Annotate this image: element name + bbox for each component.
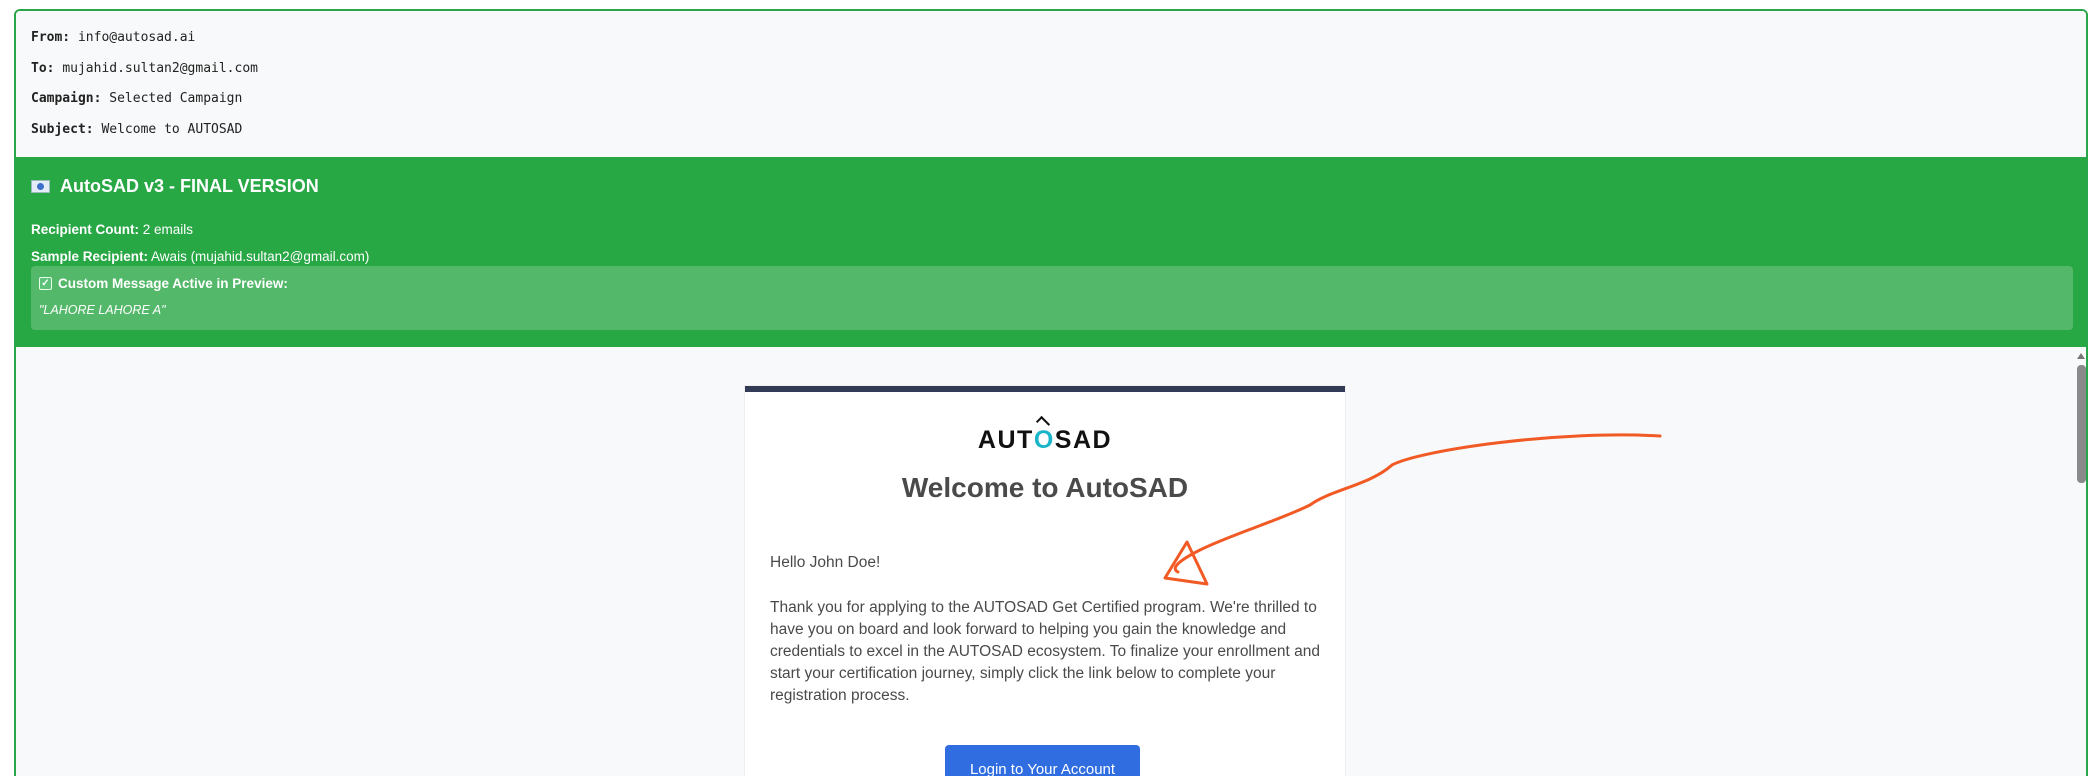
recipient-count-value: 2 emails: [142, 222, 194, 237]
to-label: To:: [31, 60, 55, 76]
campaign-value: Selected Campaign: [109, 91, 243, 106]
custom-message-heading: Custom Message Active in Preview:: [58, 276, 288, 291]
scroll-thumb[interactable]: [2077, 365, 2086, 483]
login-button[interactable]: Login to Your Account: [945, 745, 1140, 776]
autosad-logo: AUT OSAD: [745, 415, 1345, 455]
recipient-count: Recipient Count: 2 emails: [31, 222, 193, 237]
email-body-text: Thank you for applying to the AUTOSAD Ge…: [770, 599, 1320, 704]
email-heading: Welcome to AutoSAD: [901, 472, 1189, 503]
custom-message-heading-row: ✓ Custom Message Active in Preview:: [39, 276, 2065, 291]
logo-text-end: SAD: [1054, 426, 1113, 454]
custom-message-text: "LAHORE LAHORE A": [39, 303, 166, 317]
campaign-label: Campaign:: [31, 91, 102, 106]
banner-title: AutoSAD v3 - FINAL VERSION: [60, 176, 319, 196]
email-body-preview[interactable]: AUT OSAD Welcome to AutoSAD Hello John Do…: [16, 347, 2086, 776]
email-meta-header: From: info@autosad.ai To: mujahid.sultan…: [16, 11, 2086, 157]
flag-icon: [31, 180, 50, 193]
logo-o: O: [1034, 415, 1055, 455]
subject-value: Welcome to AUTOSAD: [101, 121, 243, 137]
recipient-count-label: Recipient Count:: [31, 222, 139, 237]
banner-title-row: AutoSAD v3 - FINAL VERSION: [31, 176, 319, 197]
email-greeting: Hello John Doe!: [770, 554, 881, 571]
scroll-up-icon[interactable]: [2077, 353, 2085, 359]
email-preview-panel: From: info@autosad.ai To: mujahid.sultan…: [14, 9, 2088, 776]
logo-text-start: AUT: [977, 426, 1034, 454]
from-row: From: info@autosad.ai: [31, 29, 2086, 60]
subject-label: Subject:: [31, 121, 94, 137]
to-value: mujahid.sultan2@gmail.com: [62, 60, 258, 76]
custom-message-box: ✓ Custom Message Active in Preview: "LAH…: [31, 266, 2073, 330]
sample-recipient-value: Awais (mujahid.sultan2@gmail.com): [151, 249, 370, 264]
scrollbar[interactable]: [2074, 347, 2086, 776]
checkbox-icon: ✓: [39, 277, 52, 290]
sample-recipient-label: Sample Recipient:: [31, 249, 149, 264]
from-label: From:: [31, 30, 71, 45]
sample-recipient: Sample Recipient: Awais (mujahid.sultan2…: [31, 249, 369, 264]
from-value: info@autosad.ai: [77, 30, 196, 45]
version-banner: AutoSAD v3 - FINAL VERSION Recipient Cou…: [16, 157, 2086, 347]
to-row: To: mujahid.sultan2@gmail.com: [31, 60, 2086, 91]
email-card: AUT OSAD Welcome to AutoSAD Hello John Do…: [745, 386, 1345, 776]
subject-row: Subject: Welcome to AUTOSAD: [31, 121, 2086, 152]
campaign-row: Campaign: Selected Campaign: [31, 90, 2086, 121]
